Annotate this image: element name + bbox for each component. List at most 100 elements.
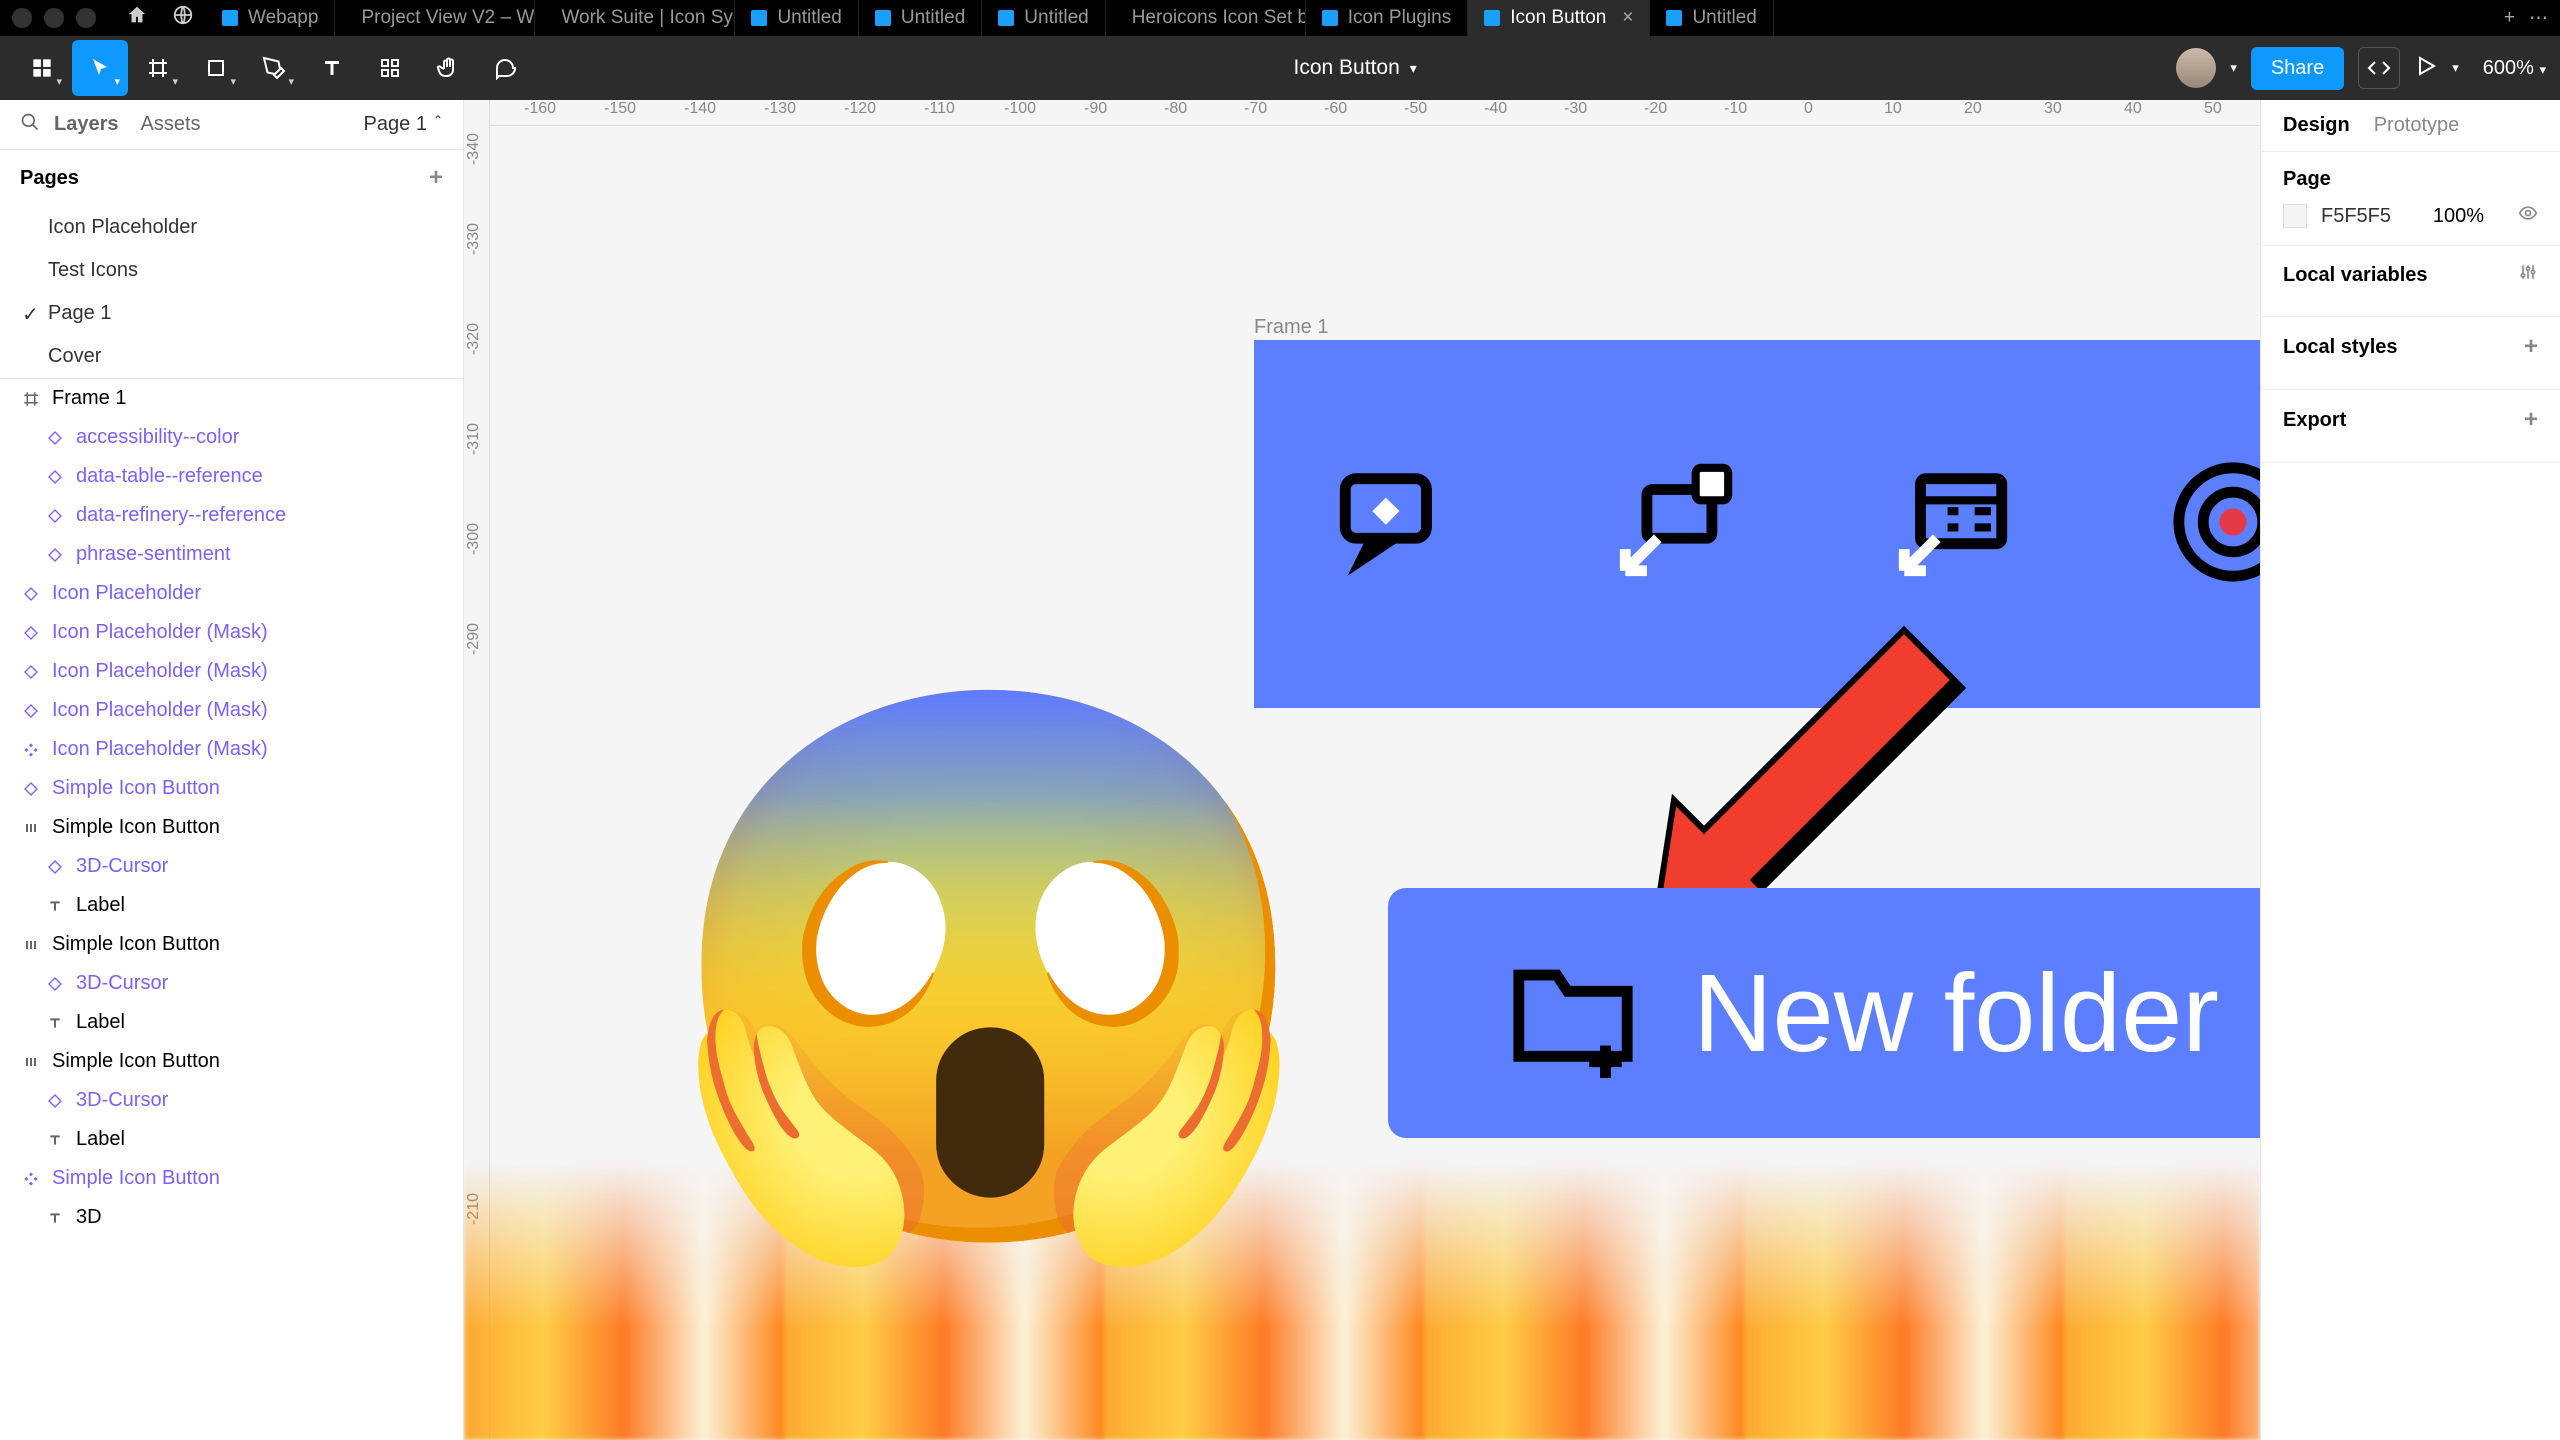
layer-row[interactable]: Simple Icon Button: [0, 925, 463, 964]
layer-row[interactable]: 3D-Cursor: [0, 847, 463, 886]
frame-tool[interactable]: ▾: [130, 40, 186, 96]
add-export-button[interactable]: +: [2524, 406, 2538, 434]
browser-tab[interactable]: Project View V2 – Webapp: [335, 0, 535, 36]
layer-row[interactable]: Icon Placeholder (Mask): [0, 730, 463, 769]
avatar[interactable]: [2176, 48, 2216, 88]
canvas[interactable]: -160-150-140-130-120-110-100-90-80-70-60…: [464, 100, 2260, 1440]
diamond-icon: [20, 781, 42, 797]
horizontal-ruler: -160-150-140-130-120-110-100-90-80-70-60…: [464, 100, 2260, 126]
tab-assets[interactable]: Assets: [141, 113, 201, 136]
page-item[interactable]: Test Icons: [0, 249, 463, 292]
pen-tool[interactable]: ▾: [246, 40, 302, 96]
document-title[interactable]: Icon Button ▾: [534, 56, 2176, 80]
page-item[interactable]: Cover: [0, 335, 463, 378]
page-item[interactable]: Icon Placeholder: [0, 206, 463, 249]
diamond-icon: [44, 508, 66, 524]
data-table-reference-icon[interactable]: [1888, 457, 2018, 592]
bars-icon: [20, 937, 42, 953]
layer-row[interactable]: 3D: [0, 1198, 463, 1237]
layer-row[interactable]: Simple Icon Button: [0, 808, 463, 847]
layer-row[interactable]: Icon Placeholder (Mask): [0, 652, 463, 691]
layers-section: Frame 1accessibility--colordata-table--r…: [0, 379, 463, 1440]
new-folder-button[interactable]: New folder: [1388, 888, 2260, 1138]
layer-row[interactable]: 3D-Cursor: [0, 964, 463, 1003]
zoom-level[interactable]: 600% ▾: [2483, 57, 2546, 80]
browser-tab[interactable]: Heroicons Icon Set by Iconduck (Cor: [1106, 0, 1306, 36]
browser-tab[interactable]: Untitled: [982, 0, 1105, 36]
layer-row[interactable]: Simple Icon Button: [0, 1159, 463, 1198]
background-opacity[interactable]: 100%: [2433, 205, 2484, 228]
globe-icon[interactable]: [172, 4, 194, 32]
browser-tab[interactable]: Untitled: [735, 0, 858, 36]
tab-prototype[interactable]: Prototype: [2374, 114, 2460, 137]
diamond-icon: [44, 547, 66, 563]
shape-tool[interactable]: ▾: [188, 40, 244, 96]
comment-tool[interactable]: [478, 40, 534, 96]
page-item[interactable]: Page 1: [0, 292, 463, 335]
layer-row[interactable]: Label: [0, 1003, 463, 1042]
browser-tab[interactable]: Icon Button×: [1468, 0, 1650, 36]
visibility-icon[interactable]: [2518, 203, 2538, 229]
diamond-icon: [20, 625, 42, 641]
present-button[interactable]: [2414, 54, 2438, 83]
diamond-icon: [44, 1093, 66, 1109]
layer-row[interactable]: data-table--reference: [0, 457, 463, 496]
tab-strip: WebappProject View V2 – WebappWork Suite…: [206, 0, 2490, 36]
main-menu-button[interactable]: ▾: [14, 40, 70, 96]
layer-row[interactable]: Icon Placeholder: [0, 574, 463, 613]
text-tool[interactable]: [304, 40, 360, 96]
dev-mode-toggle[interactable]: [2358, 47, 2400, 89]
data-refinery-reference-icon[interactable]: [1609, 457, 1739, 592]
toolbar: ▾ ▾ ▾ ▾ ▾ Icon Button: [0, 36, 2560, 100]
browser-tab[interactable]: Work Suite | Icon System Manager: [535, 0, 735, 36]
variables-settings-icon[interactable]: [2518, 262, 2538, 288]
layer-row[interactable]: Frame 1: [0, 379, 463, 418]
layer-row[interactable]: 3D-Cursor: [0, 1081, 463, 1120]
accessibility-color-icon[interactable]: [2168, 457, 2260, 592]
phrase-sentiment-icon[interactable]: [1329, 457, 1459, 592]
workspace: Layers Assets Page 1⌃ Pages + Icon Place…: [0, 100, 2560, 1440]
page-section-header: Page: [2283, 168, 2538, 191]
layer-row[interactable]: data-refinery--reference: [0, 496, 463, 535]
toolbar-left: ▾ ▾ ▾ ▾ ▾: [14, 40, 534, 96]
layer-row[interactable]: Simple Icon Button: [0, 1042, 463, 1081]
share-button[interactable]: Share: [2251, 47, 2344, 90]
layer-row[interactable]: accessibility--color: [0, 418, 463, 457]
text-icon: [44, 1015, 66, 1031]
browser-tab[interactable]: Untitled: [1650, 0, 1773, 36]
left-panel-header: Layers Assets Page 1⌃: [0, 100, 463, 150]
diamond-icon: [44, 859, 66, 875]
layer-row[interactable]: Icon Placeholder (Mask): [0, 613, 463, 652]
page-selector[interactable]: Page 1⌃: [364, 113, 443, 136]
background-hex[interactable]: F5F5F5: [2321, 205, 2391, 228]
chevron-down-icon[interactable]: ▾: [2230, 60, 2237, 76]
toolbar-right: ▾ Share ▾ 600% ▾: [2176, 47, 2546, 90]
diamond-icon: [20, 586, 42, 602]
hand-tool[interactable]: [420, 40, 476, 96]
chevron-down-icon[interactable]: ▾: [2452, 60, 2459, 76]
export-header: Export: [2283, 409, 2346, 432]
tab-layers[interactable]: Layers: [54, 113, 119, 136]
resources-button[interactable]: [362, 40, 418, 96]
add-page-button[interactable]: +: [429, 164, 443, 192]
new-tab-button[interactable]: +: [2490, 7, 2529, 29]
frame-icon: [20, 390, 42, 408]
browser-tab[interactable]: Icon Plugins: [1306, 0, 1469, 36]
layer-row[interactable]: phrase-sentiment: [0, 535, 463, 574]
move-tool[interactable]: ▾: [72, 40, 128, 96]
layer-row[interactable]: Label: [0, 886, 463, 925]
overflow-icon[interactable]: ⋯: [2529, 7, 2548, 30]
layer-row[interactable]: Icon Placeholder (Mask): [0, 691, 463, 730]
browser-tab[interactable]: Webapp: [206, 0, 335, 36]
add-style-button[interactable]: +: [2524, 333, 2538, 361]
layer-row[interactable]: Simple Icon Button: [0, 769, 463, 808]
background-swatch[interactable]: [2283, 204, 2307, 228]
window-controls[interactable]: [12, 8, 96, 28]
close-icon[interactable]: ×: [1622, 7, 1633, 29]
search-icon[interactable]: [20, 112, 40, 138]
layer-row[interactable]: Label: [0, 1120, 463, 1159]
tab-design[interactable]: Design: [2283, 114, 2350, 137]
frame-label[interactable]: Frame 1: [1254, 316, 1328, 339]
home-icon[interactable]: [126, 4, 148, 32]
browser-tab[interactable]: Untitled: [859, 0, 982, 36]
